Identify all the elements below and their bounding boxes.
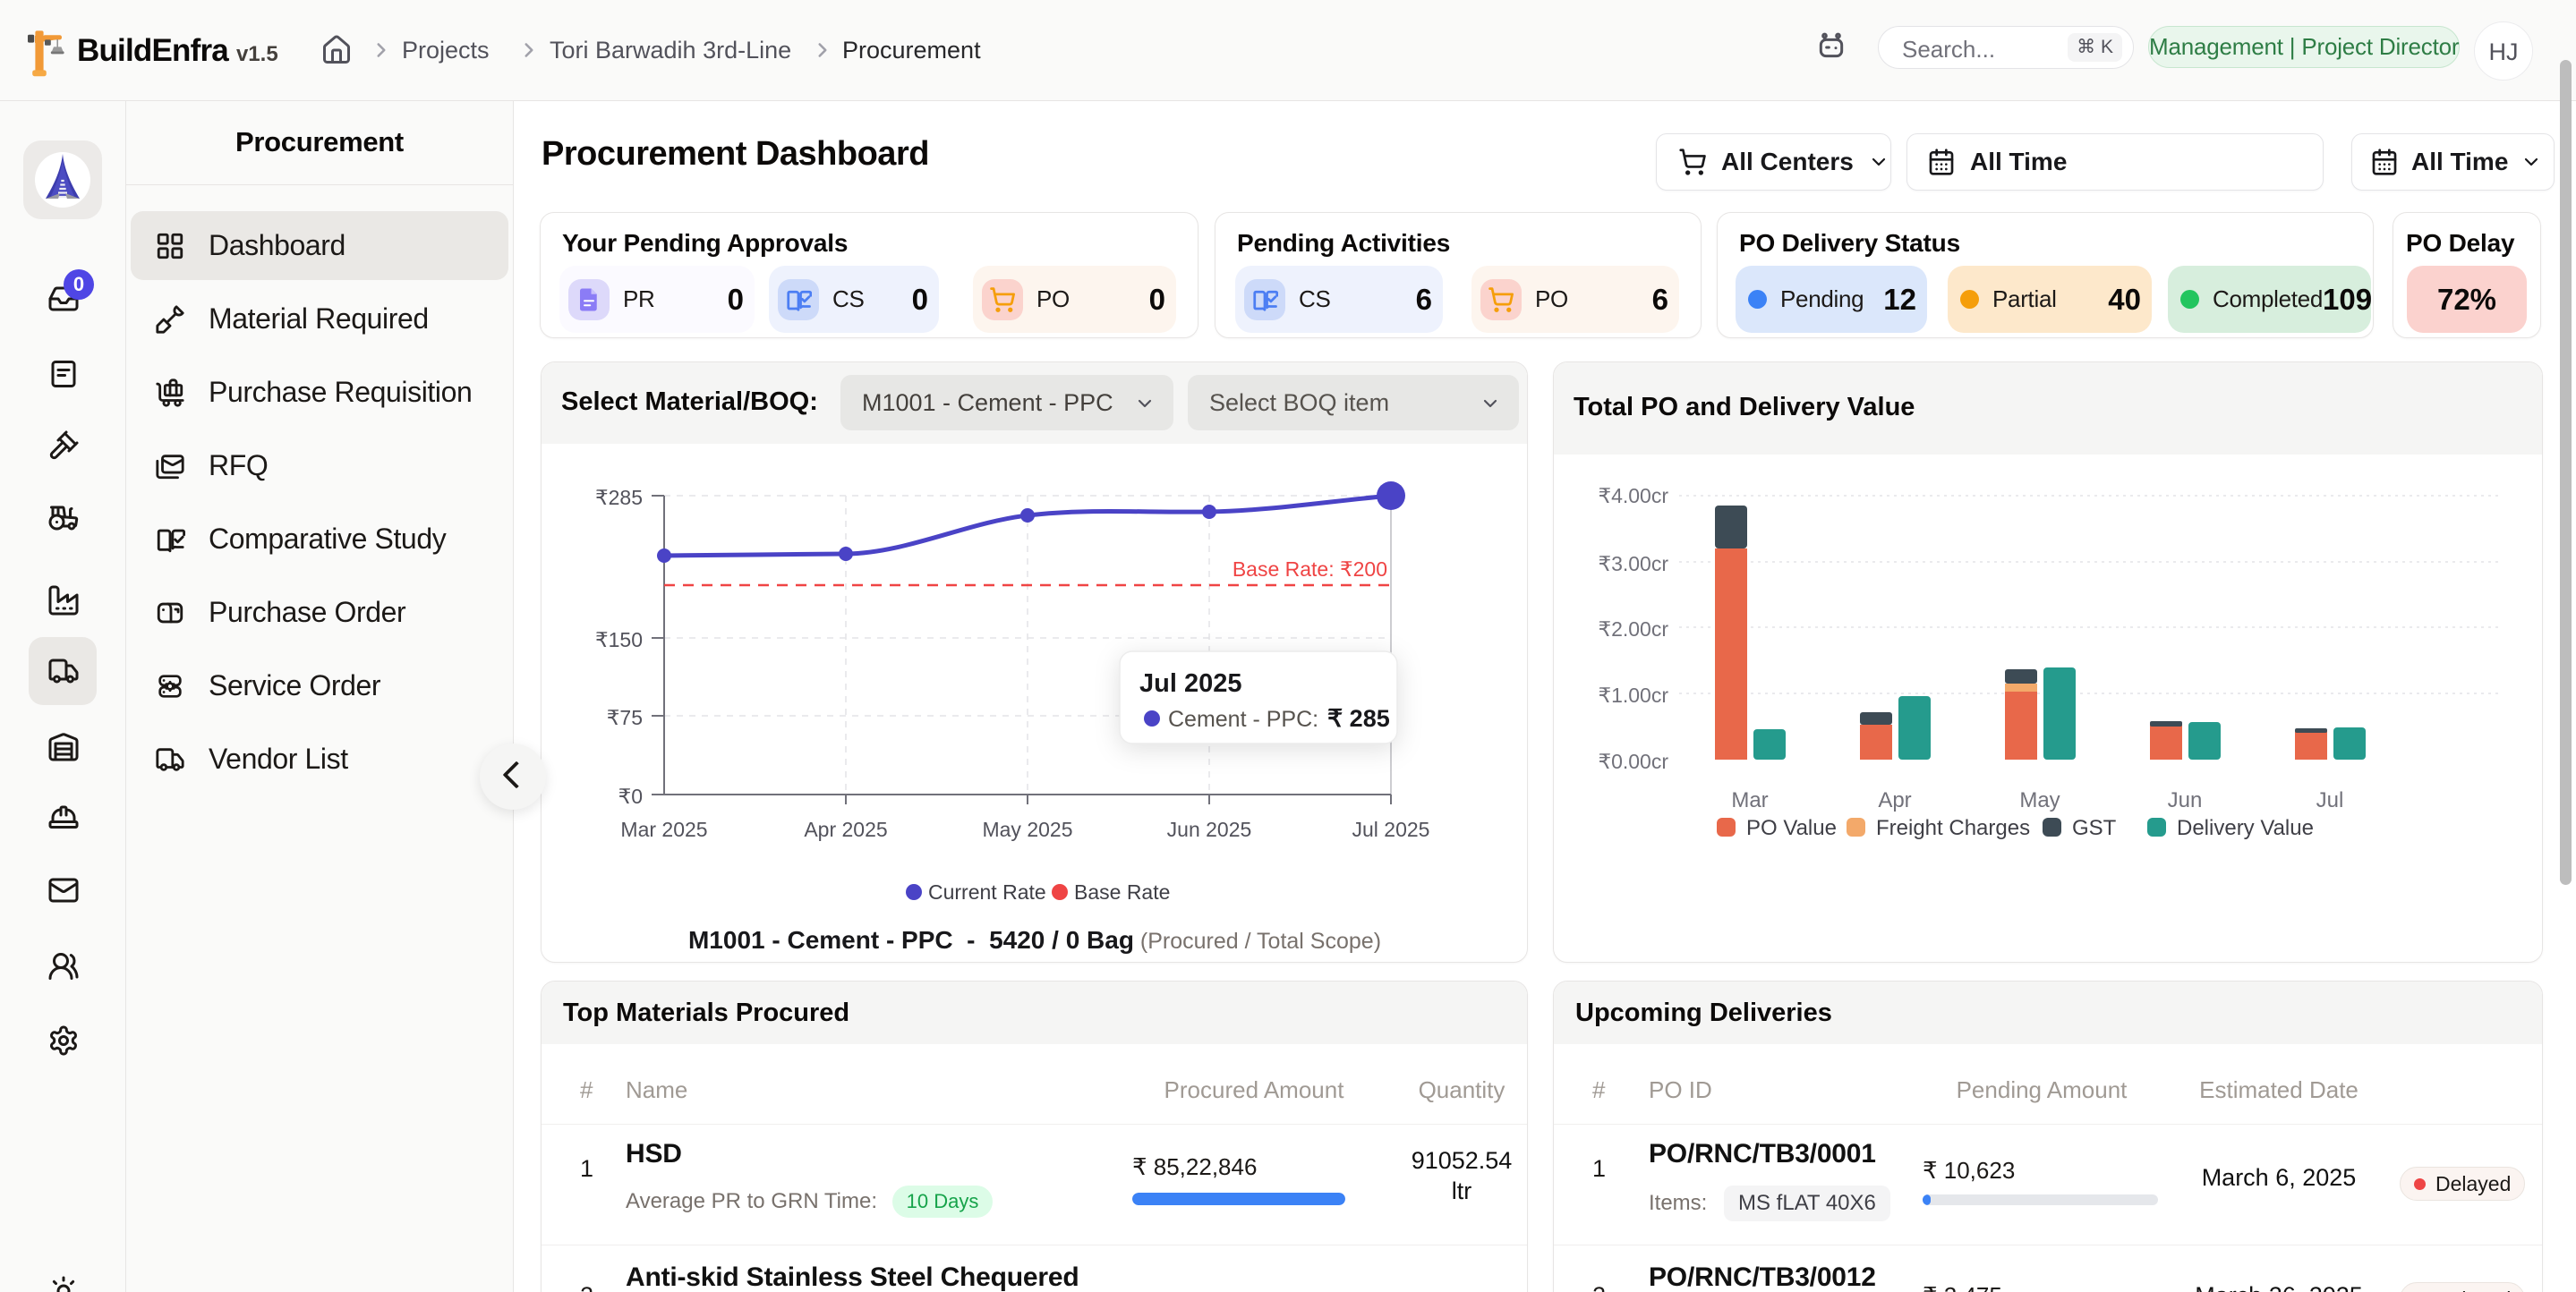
svg-text:Jul 2025: Jul 2025 [1139, 669, 1241, 698]
svg-text:₹0.00cr: ₹0.00cr [1598, 750, 1668, 773]
svg-text:₹3.00cr: ₹3.00cr [1598, 552, 1668, 575]
svg-text:Delivery Value: Delivery Value [2177, 816, 2314, 840]
svg-text:Jul: Jul [2316, 788, 2344, 812]
svg-text:Jun: Jun [2168, 788, 2203, 812]
svg-text:₹0: ₹0 [618, 785, 643, 808]
svg-text:M1001 - Cement - PPC - 5420: M1001 - Cement - PPC - 5420 / 0 Bag (Pro… [688, 926, 1381, 954]
svg-text:May 2025: May 2025 [982, 818, 1072, 841]
svg-text:Base Rate: Base Rate [1074, 880, 1170, 904]
svg-text:₹ 285: ₹ 285 [1327, 705, 1390, 732]
svg-text:₹150: ₹150 [595, 628, 643, 651]
svg-text:Current Rate: Current Rate [928, 880, 1046, 904]
svg-text:₹285: ₹285 [595, 486, 643, 509]
svg-text:Jul 2025: Jul 2025 [1352, 818, 1430, 841]
svg-text:Mar: Mar [1731, 788, 1768, 812]
svg-text:₹75: ₹75 [607, 706, 643, 729]
svg-text:₹4.00cr: ₹4.00cr [1598, 484, 1668, 507]
svg-text:Freight Charges: Freight Charges [1876, 816, 2030, 840]
svg-text:May: May [2019, 788, 2060, 812]
svg-text:₹1.00cr: ₹1.00cr [1598, 684, 1668, 707]
svg-text:Apr: Apr [1878, 788, 1911, 812]
svg-text:Cement - PPC:: Cement - PPC: [1168, 707, 1318, 732]
svg-text:Jun 2025: Jun 2025 [1167, 818, 1252, 841]
svg-text:Apr 2025: Apr 2025 [804, 818, 887, 841]
svg-text:Base Rate: ₹200: Base Rate: ₹200 [1233, 557, 1387, 581]
svg-text:GST: GST [2072, 816, 2117, 840]
svg-text:PO Value: PO Value [1746, 816, 1837, 840]
svg-text:₹2.00cr: ₹2.00cr [1598, 617, 1668, 641]
svg-text:Mar 2025: Mar 2025 [620, 818, 707, 841]
